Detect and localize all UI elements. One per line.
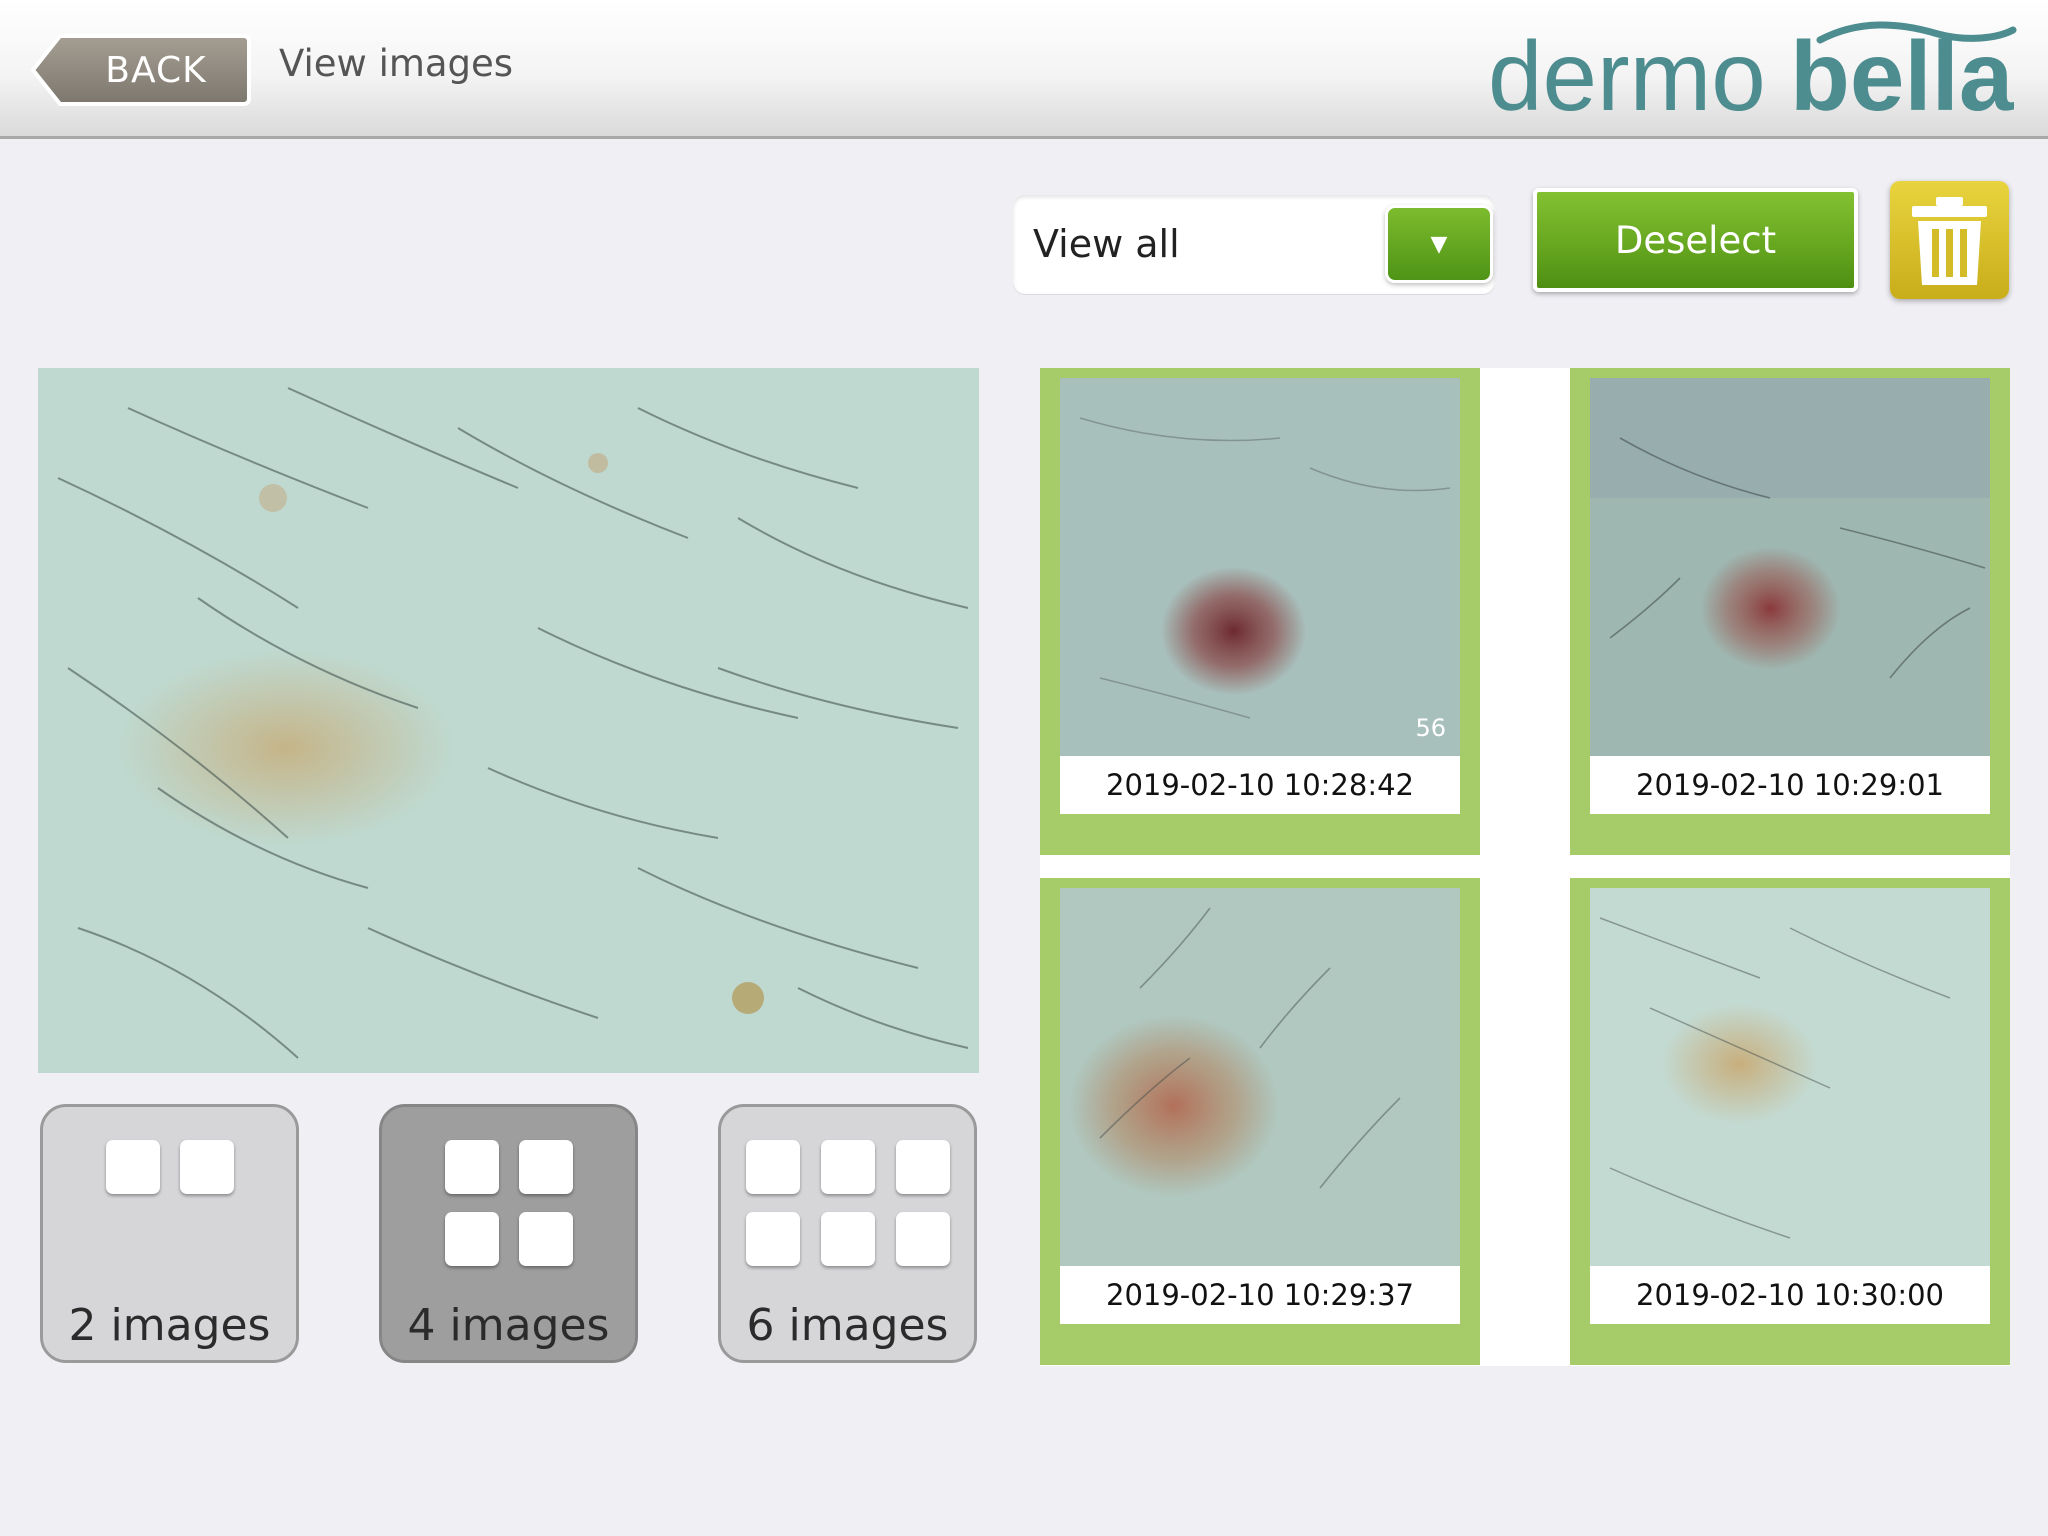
layout-tile-icon: [821, 1140, 875, 1194]
layout-tile-icon: [896, 1212, 950, 1266]
thumbnail-timestamp: 2019-02-10 10:29:01: [1590, 756, 1990, 814]
layout-tile-icon: [445, 1140, 499, 1194]
trash-icon: [1912, 197, 1987, 285]
layout-tile-icon: [896, 1140, 950, 1194]
chevron-down-icon: ▼: [1430, 231, 1448, 257]
thumbnail-timestamp: 2019-02-10 10:29:37: [1060, 1266, 1460, 1324]
layout-label: 6 images: [746, 1300, 949, 1351]
page-title: View images: [279, 42, 514, 85]
layout-tile-icon: [746, 1212, 800, 1266]
logo-text-dermo: dermo: [1488, 21, 1766, 118]
deselect-button[interactable]: Deselect: [1533, 188, 1858, 292]
thumbnail-image: [1060, 888, 1460, 1266]
thumbnail-timestamp: 2019-02-10 10:30:00: [1590, 1266, 1990, 1324]
layout-tile-icon: [821, 1212, 875, 1266]
layout-4-images-button[interactable]: 4 images: [379, 1104, 638, 1363]
top-bar: BACK View images dermo bella: [0, 0, 2048, 139]
layout-tile-icon: [180, 1140, 234, 1194]
back-button-label: BACK: [105, 49, 207, 91]
layout-tile-icon: [445, 1212, 499, 1266]
back-button[interactable]: BACK: [30, 33, 252, 107]
layout-tile-icon: [519, 1212, 573, 1266]
image-count-badge: 56: [1415, 714, 1446, 742]
thumbnail-2[interactable]: 2019-02-10 10:29:01: [1570, 368, 2010, 855]
layout-tile-icon: [746, 1140, 800, 1194]
layout-2-images-button[interactable]: 2 images: [40, 1104, 299, 1363]
dermobella-logo: dermo bella: [1488, 18, 2018, 131]
layout-tile-icon: [519, 1140, 573, 1194]
layout-6-images-button[interactable]: 6 images: [718, 1104, 977, 1363]
main-image-preview[interactable]: [38, 368, 979, 1073]
thumbnail-image: [1590, 888, 1990, 1266]
delete-button[interactable]: [1890, 181, 2009, 299]
layout-label: 2 images: [68, 1300, 271, 1351]
filter-selected-value: View all: [1033, 222, 1180, 266]
thumbnail-image: 56: [1060, 378, 1460, 756]
thumbnail-3[interactable]: 2019-02-10 10:29:37: [1040, 878, 1480, 1365]
layout-tile-icon: [106, 1140, 160, 1194]
dropdown-arrow-button[interactable]: ▼: [1385, 205, 1493, 283]
skin-image: [38, 368, 979, 1073]
thumbnail-4[interactable]: 2019-02-10 10:30:00: [1570, 878, 2010, 1365]
thumbnail-1[interactable]: 56 2019-02-10 10:28:42: [1040, 368, 1480, 855]
thumbnail-image: [1590, 378, 1990, 756]
thumbnail-timestamp: 2019-02-10 10:28:42: [1060, 756, 1460, 814]
layout-label: 4 images: [407, 1300, 610, 1351]
